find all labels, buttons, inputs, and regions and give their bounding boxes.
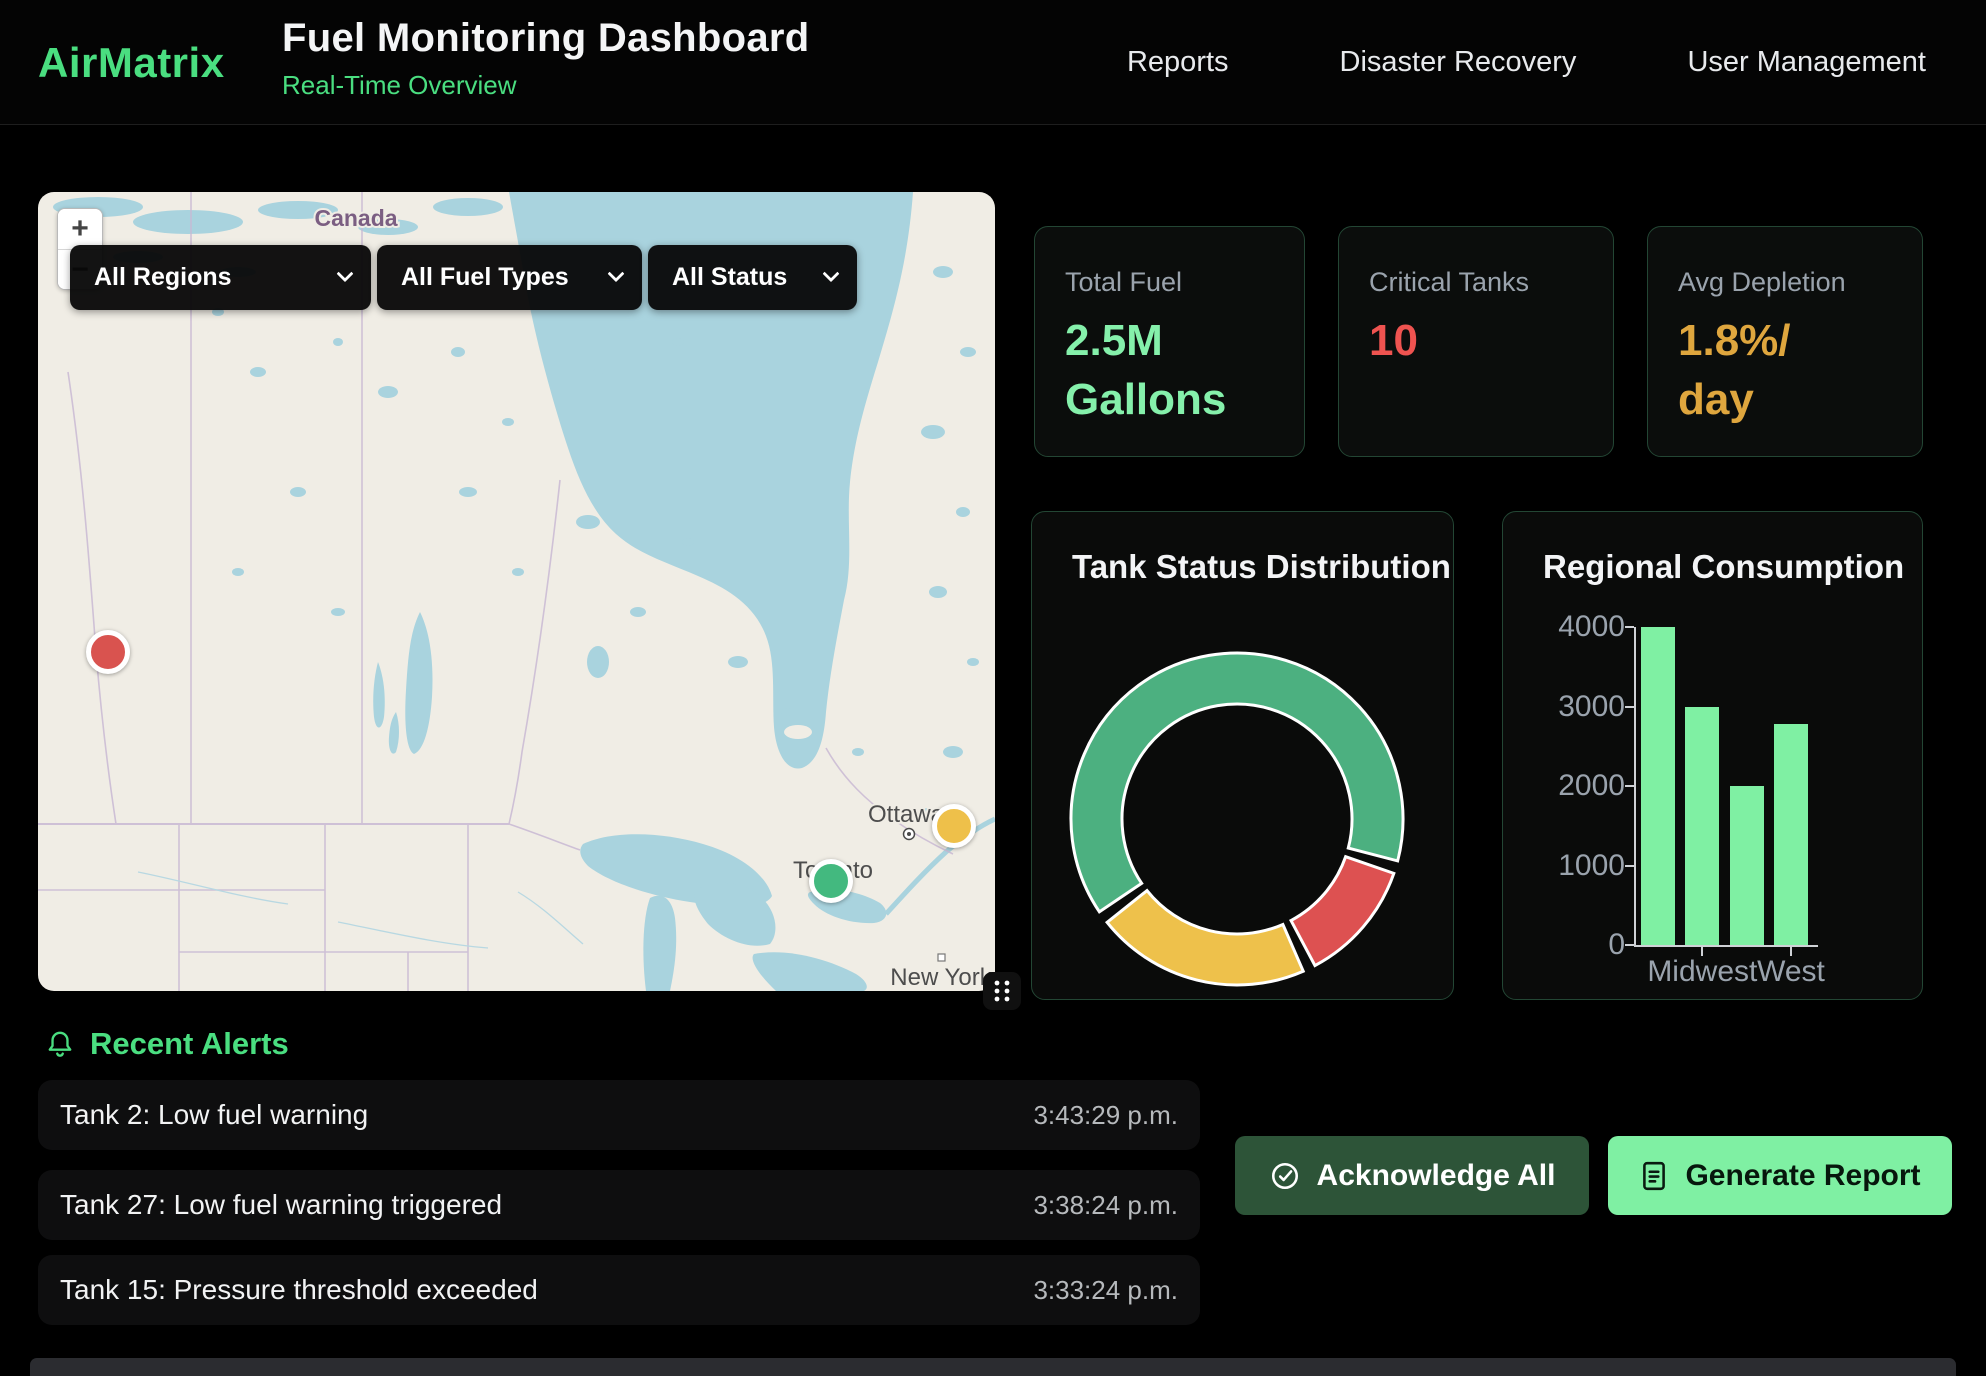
recent-alerts-title: Recent Alerts — [90, 1026, 289, 1062]
report-document-icon — [1639, 1160, 1669, 1192]
x-tick-mark — [1701, 947, 1703, 956]
alert-time: 3:38:24 p.m. — [1033, 1190, 1178, 1221]
regions-dropdown[interactable]: All Regions — [70, 245, 371, 310]
generate-report-label: Generate Report — [1685, 1159, 1920, 1193]
alert-message: Tank 2: Low fuel warning — [60, 1099, 368, 1131]
y-tick-mark — [1625, 865, 1634, 867]
map-attribution-toggle[interactable] — [983, 972, 1021, 1010]
title-block: Fuel Monitoring Dashboard Real-Time Over… — [282, 16, 809, 101]
donut-chart — [1032, 512, 1455, 1001]
ottawa-city-dot-inner — [907, 832, 911, 836]
zoom-in-button[interactable]: + — [58, 209, 102, 249]
brand-logo: AirMatrix — [38, 0, 225, 125]
consumption-bar — [1730, 786, 1764, 945]
nav-reports[interactable]: Reports — [1127, 46, 1229, 79]
stat-card-critical-tanks: Critical Tanks 10 — [1338, 226, 1614, 457]
donut-segment-warning — [1107, 891, 1303, 985]
stat-label: Total Fuel — [1065, 267, 1274, 298]
app-header: AirMatrix Fuel Monitoring Dashboard Real… — [0, 0, 1986, 125]
grip-dots-icon — [992, 978, 1012, 1004]
status-dropdown[interactable]: All Status — [648, 245, 857, 310]
y-tick-label: 2000 — [1503, 769, 1625, 803]
alert-row[interactable]: Tank 15: Pressure threshold exceeded 3:3… — [38, 1255, 1200, 1325]
new-york-label: New York — [890, 964, 992, 991]
map-base: Canada Ottawa Toronto New York — [38, 192, 995, 991]
alert-row[interactable]: Tank 2: Low fuel warning 3:43:29 p.m. — [38, 1080, 1200, 1150]
stat-label: Critical Tanks — [1369, 267, 1583, 298]
fuel-types-dropdown-value: All Fuel Types — [401, 263, 569, 292]
y-tick-label: 4000 — [1503, 610, 1625, 644]
map-filters: All Regions All Fuel Types All Status — [70, 245, 857, 310]
acknowledge-all-label: Acknowledge All — [1317, 1159, 1556, 1193]
main-nav: Reports Disaster Recovery User Managemen… — [1127, 0, 1926, 125]
alert-row[interactable]: Tank 27: Low fuel warning triggered 3:38… — [38, 1170, 1200, 1240]
nav-user-management[interactable]: User Management — [1687, 46, 1926, 79]
page-title: Fuel Monitoring Dashboard — [282, 16, 809, 61]
country-label: Canada — [314, 205, 397, 231]
stat-value: 10 — [1369, 312, 1583, 371]
nav-disaster-recovery[interactable]: Disaster Recovery — [1340, 46, 1577, 79]
regions-dropdown-value: All Regions — [94, 263, 232, 292]
donut-segment-critical — [1291, 857, 1394, 966]
alert-message: Tank 15: Pressure threshold exceeded — [60, 1274, 538, 1306]
tank-marker-warning[interactable] — [932, 804, 976, 848]
generate-report-button[interactable]: Generate Report — [1608, 1136, 1952, 1215]
regional-consumption-card: Regional Consumption 01000200030004000Mi… — [1502, 511, 1923, 1000]
new-york-city-dot — [938, 954, 945, 961]
y-tick-mark — [1625, 785, 1634, 787]
stat-label: Avg Depletion — [1678, 267, 1892, 298]
bottom-scrollbar[interactable] — [30, 1358, 1956, 1376]
bell-icon — [44, 1028, 76, 1060]
x-tick-mark — [1790, 947, 1792, 956]
consumption-bar — [1685, 707, 1719, 946]
consumption-bar — [1641, 627, 1675, 945]
y-tick-mark — [1625, 626, 1634, 628]
map-panel[interactable]: Canada Ottawa Toronto New York + − All R… — [38, 192, 995, 991]
acknowledge-all-button[interactable]: Acknowledge All — [1235, 1136, 1589, 1215]
fuel-types-dropdown[interactable]: All Fuel Types — [377, 245, 642, 310]
stat-card-total-fuel: Total Fuel 2.5M Gallons — [1034, 226, 1305, 457]
tank-status-card: Tank Status Distribution — [1031, 511, 1454, 1000]
y-axis-line — [1634, 627, 1636, 947]
tank-marker-critical[interactable] — [86, 630, 130, 674]
status-dropdown-value: All Status — [672, 263, 787, 292]
y-tick-label: 0 — [1503, 928, 1625, 962]
stat-value: 2.5M Gallons — [1065, 312, 1274, 429]
y-tick-mark — [1625, 944, 1634, 946]
stat-card-avg-depletion: Avg Depletion 1.8%/ day — [1647, 226, 1923, 457]
tank-marker-normal[interactable] — [809, 859, 853, 903]
y-tick-mark — [1625, 706, 1634, 708]
consumption-bar — [1774, 724, 1808, 945]
y-tick-label: 1000 — [1503, 849, 1625, 883]
x-tick-label: West — [1711, 955, 1871, 989]
y-tick-label: 3000 — [1503, 690, 1625, 724]
james-bay-island — [784, 725, 812, 739]
chevron-down-icon — [608, 265, 625, 282]
page-subtitle: Real-Time Overview — [282, 70, 809, 101]
stat-value: 1.8%/ day — [1678, 312, 1892, 429]
chevron-down-icon — [337, 265, 354, 282]
chevron-down-icon — [823, 265, 840, 282]
alert-message: Tank 27: Low fuel warning triggered — [60, 1189, 502, 1221]
check-circle-icon — [1269, 1160, 1301, 1192]
map-rivers — [138, 872, 583, 948]
recent-alerts-heading: Recent Alerts — [44, 1026, 289, 1062]
bar-chart-plot: 01000200030004000MidwestWest — [1503, 512, 1924, 1001]
alert-time: 3:33:24 p.m. — [1033, 1275, 1178, 1306]
alert-time: 3:43:29 p.m. — [1033, 1100, 1178, 1131]
